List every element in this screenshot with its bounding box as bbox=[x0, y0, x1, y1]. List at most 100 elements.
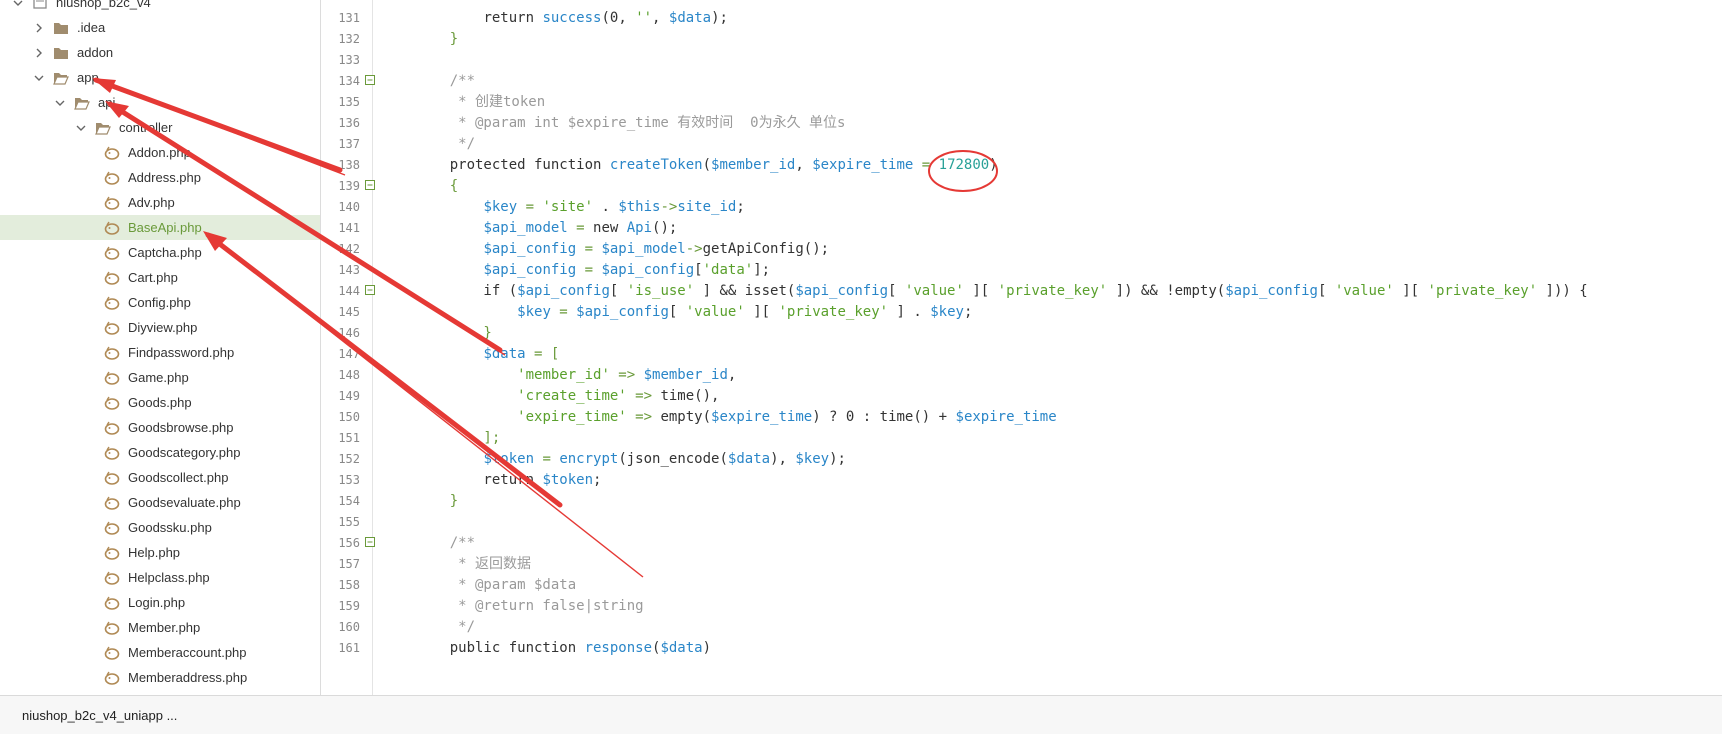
tree-item-goodsevaluate-php[interactable]: Goodsevaluate.php bbox=[0, 490, 320, 515]
code-line[interactable]: 141 $api_model = new Api(); bbox=[327, 217, 1722, 239]
code-token: 'private_key' bbox=[778, 304, 889, 320]
tree-item-label: Login.php bbox=[128, 595, 186, 610]
tree-item-app[interactable]: app bbox=[0, 65, 320, 90]
chevron-right-icon[interactable] bbox=[33, 47, 45, 59]
php-file-icon bbox=[104, 446, 120, 460]
code-line[interactable]: 134 /** bbox=[327, 70, 1722, 92]
code-line[interactable]: 138 protected function createToken($memb… bbox=[327, 154, 1722, 176]
chevron-down-icon[interactable] bbox=[33, 72, 45, 84]
tree-item-goods-php[interactable]: Goods.php bbox=[0, 390, 320, 415]
code-line[interactable]: 136 * @param int $expire_time 有效时间 0为永久 … bbox=[327, 112, 1722, 134]
tree-item-niushop-b2c-v4[interactable]: niushop_b2c_v4 bbox=[0, 0, 320, 15]
code-line[interactable]: 139 { bbox=[327, 175, 1722, 197]
code-line[interactable]: 143 $api_config = $api_config['data']; bbox=[327, 259, 1722, 281]
fold-toggle-icon[interactable] bbox=[365, 537, 375, 547]
tree-item-api[interactable]: api bbox=[0, 90, 320, 115]
code-token: */ bbox=[416, 136, 476, 152]
code-line[interactable]: 147 $data = [ bbox=[327, 343, 1722, 365]
code-line[interactable]: 153 return $token; bbox=[327, 469, 1722, 491]
code-line[interactable]: 144 if ($api_config[ 'is_use' ] && isset… bbox=[327, 280, 1722, 302]
code-line[interactable]: 146 } bbox=[327, 322, 1722, 344]
code-line[interactable]: 133 bbox=[327, 49, 1722, 71]
code-line[interactable]: 140 $key = 'site' . $this->site_id; bbox=[327, 196, 1722, 218]
tree-item-goodsbrowse-php[interactable]: Goodsbrowse.php bbox=[0, 415, 320, 440]
tree-item-goodscollect-php[interactable]: Goodscollect.php bbox=[0, 465, 320, 490]
code-line[interactable]: 132 } bbox=[327, 28, 1722, 50]
code-line[interactable]: 145 $key = $api_config[ 'value' ][ 'priv… bbox=[327, 301, 1722, 323]
line-number: 160 bbox=[338, 620, 360, 634]
tree-item-addon-php[interactable]: Addon.php bbox=[0, 140, 320, 165]
tree-item-help-php[interactable]: Help.php bbox=[0, 540, 320, 565]
php-file-icon bbox=[104, 271, 120, 285]
fold-toggle-icon[interactable] bbox=[365, 75, 375, 85]
fold-toggle-icon[interactable] bbox=[365, 285, 375, 295]
php-file-icon bbox=[104, 221, 120, 235]
tree-item-addon[interactable]: addon bbox=[0, 40, 320, 65]
code-line[interactable]: 160 */ bbox=[327, 616, 1722, 638]
tree-item-helpclass-php[interactable]: Helpclass.php bbox=[0, 565, 320, 590]
line-number: 136 bbox=[338, 116, 360, 130]
code-line[interactable]: 154 } bbox=[327, 490, 1722, 512]
code-token: -> bbox=[660, 199, 678, 215]
chevron-down-icon[interactable] bbox=[12, 0, 24, 9]
code-token: [ bbox=[888, 283, 905, 299]
tree-item-baseapi-php[interactable]: BaseApi.php bbox=[0, 215, 320, 240]
tree-item-label: Member.php bbox=[128, 620, 201, 635]
tree-item-diyview-php[interactable]: Diyview.php bbox=[0, 315, 320, 340]
tree-item-label: Address.php bbox=[128, 170, 201, 185]
code-text: return $token; bbox=[416, 469, 601, 491]
line-number: 155 bbox=[338, 515, 360, 529]
line-number: 145 bbox=[338, 305, 360, 319]
code-text: * @param $data bbox=[416, 574, 576, 596]
code-token: Api bbox=[626, 220, 653, 236]
code-line[interactable]: 135 * 创建token bbox=[327, 91, 1722, 113]
chevron-right-icon[interactable] bbox=[33, 22, 45, 34]
tree-item-memberaccount-php[interactable]: Memberaccount.php bbox=[0, 640, 320, 665]
code-line[interactable]: 159 * @return false|string bbox=[327, 595, 1722, 617]
code-line[interactable]: 131 return success(0, '', $data); bbox=[327, 7, 1722, 29]
code-token: = bbox=[576, 262, 602, 278]
tree-item-idea[interactable]: .idea bbox=[0, 15, 320, 40]
code-token: ][ bbox=[963, 283, 998, 299]
php-file-icon bbox=[104, 296, 120, 310]
code-token: , bbox=[652, 10, 669, 26]
tree-item-cart-php[interactable]: Cart.php bbox=[0, 265, 320, 290]
tree-item-game-php[interactable]: Game.php bbox=[0, 365, 320, 390]
code-token: response bbox=[584, 640, 653, 656]
code-line[interactable]: 137 */ bbox=[327, 133, 1722, 155]
tree-item-controller[interactable]: controller bbox=[0, 115, 320, 140]
code-line[interactable]: 161 public function response($data) bbox=[327, 637, 1722, 659]
code-line[interactable]: 148 'member_id' => $member_id, bbox=[327, 364, 1722, 386]
status-project-name[interactable]: niushop_b2c_v4_uniapp ... bbox=[22, 708, 177, 723]
tree-item-address-php[interactable]: Address.php bbox=[0, 165, 320, 190]
code-line[interactable]: 149 'create_time' => time(), bbox=[327, 385, 1722, 407]
chevron-down-icon[interactable] bbox=[75, 122, 87, 134]
tree-item-goodssku-php[interactable]: Goodssku.php bbox=[0, 515, 320, 540]
tree-item-memberaddress-php[interactable]: Memberaddress.php bbox=[0, 665, 320, 690]
line-number: 154 bbox=[338, 494, 360, 508]
tree-item-adv-php[interactable]: Adv.php bbox=[0, 190, 320, 215]
code-line[interactable]: 150 'expire_time' => empty($expire_time)… bbox=[327, 406, 1722, 428]
code-line[interactable]: 158 * @param $data bbox=[327, 574, 1722, 596]
code-line[interactable]: 151 ]; bbox=[327, 427, 1722, 449]
tree-item-findpassword-php[interactable]: Findpassword.php bbox=[0, 340, 320, 365]
code-line[interactable]: 156 /** bbox=[327, 532, 1722, 554]
code-line[interactable]: 142 $api_config = $api_model->getApiConf… bbox=[327, 238, 1722, 260]
code-token: () + bbox=[913, 409, 956, 425]
code-line[interactable]: 155 bbox=[327, 511, 1722, 533]
code-line[interactable]: 157 * 返回数据 bbox=[327, 553, 1722, 575]
tree-item-goodscategory-php[interactable]: Goodscategory.php bbox=[0, 440, 320, 465]
code-token: ][ bbox=[744, 304, 779, 320]
tree-item-captcha-php[interactable]: Captcha.php bbox=[0, 240, 320, 265]
code-token: $api_model bbox=[483, 220, 568, 236]
tree-item-login-php[interactable]: Login.php bbox=[0, 590, 320, 615]
fold-toggle-icon[interactable] bbox=[365, 180, 375, 190]
chevron-down-icon[interactable] bbox=[54, 97, 66, 109]
code-line[interactable]: 152 $token = encrypt(json_encode($data),… bbox=[327, 448, 1722, 470]
tree-item-config-php[interactable]: Config.php bbox=[0, 290, 320, 315]
code-editor[interactable]: 131 return success(0, '', $data); 132 } 13… bbox=[327, 0, 1722, 695]
tree-item-member-php[interactable]: Member.php bbox=[0, 615, 320, 640]
code-token: ); bbox=[829, 451, 846, 467]
